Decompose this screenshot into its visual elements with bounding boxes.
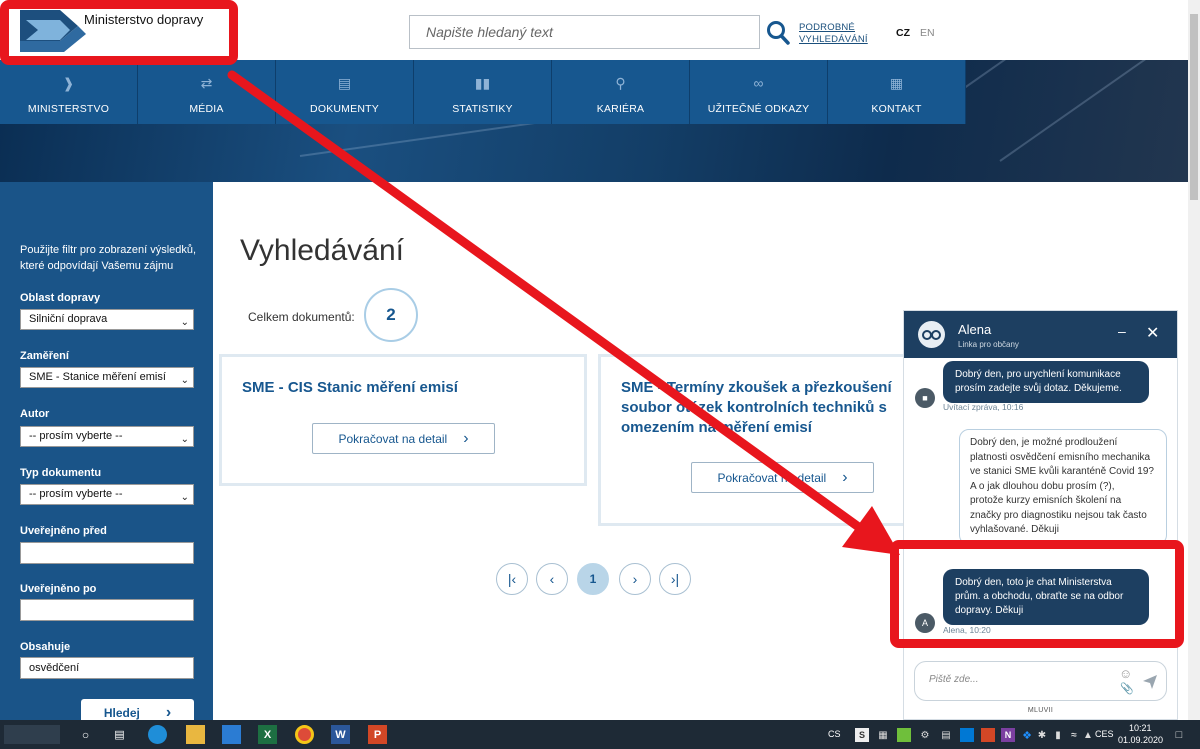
- clock-date[interactable]: 01.09.2020: [1118, 735, 1163, 745]
- annotation-arrow: [227, 70, 900, 555]
- task-view-icon[interactable]: ▤: [110, 725, 129, 744]
- edge-icon[interactable]: [148, 725, 167, 744]
- powerpoint-icon[interactable]: P: [368, 725, 387, 744]
- volume-icon[interactable]: ▲: [1082, 728, 1094, 742]
- tray-icon[interactable]: ⚙: [918, 728, 932, 742]
- file-explorer-icon[interactable]: [186, 725, 205, 744]
- battery-icon[interactable]: ▮: [1052, 728, 1064, 742]
- skype-tray-icon[interactable]: S: [855, 728, 869, 742]
- lang-indicator[interactable]: CS: [828, 729, 841, 739]
- store-icon[interactable]: [222, 725, 241, 744]
- excel-icon[interactable]: X: [258, 725, 277, 744]
- chrome-icon[interactable]: [295, 725, 314, 744]
- vertical-scrollbar[interactable]: [1188, 0, 1200, 720]
- notifications-icon[interactable]: □: [1172, 728, 1186, 742]
- nvidia-tray-icon[interactable]: [897, 728, 911, 742]
- word-icon[interactable]: W: [331, 725, 350, 744]
- windows-taskbar: ○ ▤ X W P CS S ▦ ⚙ ▤ N ❖ ✱ ▮ ≈ ▲ CES 10:…: [0, 720, 1200, 749]
- start-button[interactable]: [4, 725, 60, 744]
- onenote-tray-icon[interactable]: N: [1001, 728, 1015, 742]
- dropbox-tray-icon[interactable]: ❖: [1020, 728, 1034, 742]
- scrollbar-thumb[interactable]: [1190, 14, 1198, 200]
- tray-icon[interactable]: [981, 728, 995, 742]
- bluetooth-icon[interactable]: ✱: [1036, 728, 1048, 742]
- clock-time[interactable]: 10:21: [1129, 723, 1152, 733]
- wifi-icon[interactable]: ≈: [1068, 728, 1080, 742]
- cortana-icon[interactable]: ○: [76, 725, 95, 744]
- tray-icon[interactable]: [960, 728, 974, 742]
- tray-icon[interactable]: ▤: [939, 728, 953, 742]
- input-language[interactable]: CES: [1095, 729, 1114, 739]
- tray-icon[interactable]: ▦: [876, 728, 890, 742]
